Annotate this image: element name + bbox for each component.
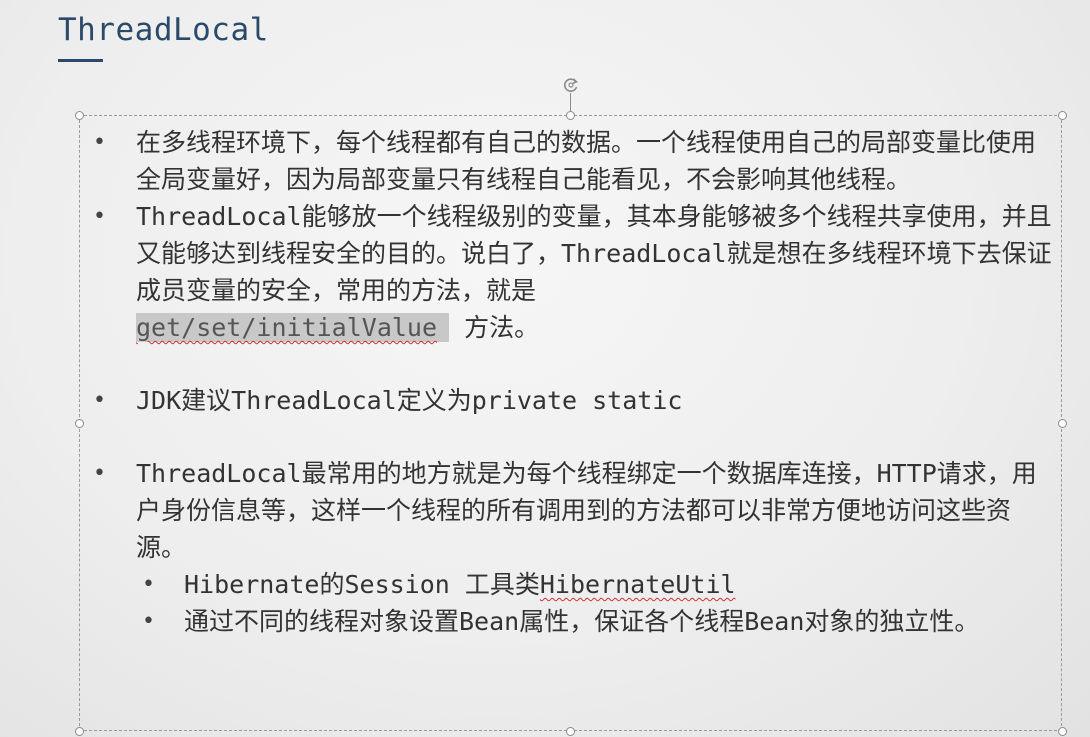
bullet-item-1: 在多线程环境下，每个线程都有自己的数据。一个线程使用自己的局部变量比使用全局变量…	[88, 124, 1053, 198]
slide-canvas: ThreadLocal 在多线程环境下，每个线程都有自己的数据。一个线程使用自己…	[0, 0, 1090, 737]
bullet-text-tail: 方法。	[449, 313, 540, 342]
sub-bullet-item-1: Hibernate的Session 工具类HibernateUtil	[88, 566, 1053, 603]
highlighted-code-text: get/set/initialValue	[136, 313, 450, 342]
sub-bullet-text: Hibernate的Session 工具类	[184, 570, 540, 599]
spellcheck-underlined-text: HibernateUtil	[539, 570, 736, 599]
resize-handle-bottom[interactable]	[566, 727, 575, 736]
bullet-item-4: ThreadLocal最常用的地方就是为每个线程绑定一个数据库连接，HTTP请求…	[88, 455, 1053, 566]
resize-handle-left[interactable]	[75, 419, 84, 428]
resize-handle-top[interactable]	[566, 111, 575, 120]
title-underline	[58, 59, 103, 62]
bullet-item-3: JDK建议ThreadLocal定义为private static	[88, 382, 1053, 419]
rotate-handle-icon[interactable]	[562, 76, 580, 94]
resize-handle-top-left[interactable]	[75, 111, 84, 120]
rotate-connector	[570, 93, 571, 111]
resize-handle-top-right[interactable]	[1058, 111, 1067, 120]
bullet-text: 在多线程环境下，每个线程都有自己的数据。一个线程使用自己的局部变量比使用全局变量…	[136, 128, 1037, 194]
slide-title[interactable]: ThreadLocal	[58, 12, 269, 48]
sub-bullet-item-2: 通过不同的线程对象设置Bean属性，保证各个线程Bean对象的独立性。	[88, 603, 1053, 640]
resize-handle-right[interactable]	[1058, 419, 1067, 428]
bullet-text: ThreadLocal最常用的地方就是为每个线程绑定一个数据库连接，HTTP请求…	[136, 459, 1037, 562]
spellcheck-underlined-text: get/set/initialValue	[136, 313, 438, 342]
bullet-list[interactable]: 在多线程环境下，每个线程都有自己的数据。一个线程使用自己的局部变量比使用全局变量…	[88, 124, 1053, 640]
resize-handle-bottom-left[interactable]	[75, 727, 84, 736]
resize-handle-bottom-right[interactable]	[1058, 727, 1067, 736]
sub-bullet-text: 通过不同的线程对象设置Bean属性，保证各个线程Bean对象的独立性。	[184, 607, 980, 636]
bullet-item-2: ThreadLocal能够放一个线程级别的变量，其本身能够被多个线程共享使用，并…	[88, 198, 1053, 346]
bullet-text: JDK建议ThreadLocal定义为private static	[136, 386, 683, 415]
bullet-text: ThreadLocal能够放一个线程级别的变量，其本身能够被多个线程共享使用，并…	[136, 202, 1052, 305]
